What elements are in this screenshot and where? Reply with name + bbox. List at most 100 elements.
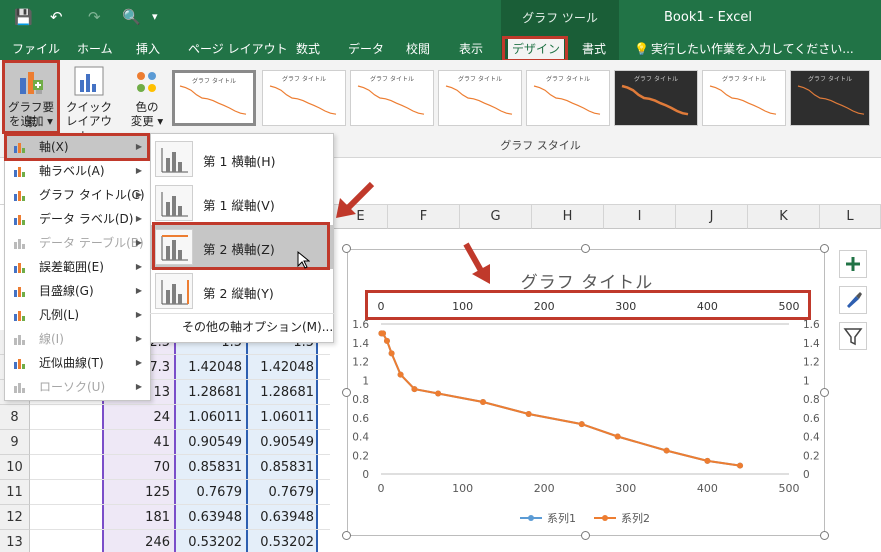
cell-d[interactable]: 0.90549 xyxy=(246,430,318,455)
secondary-y-tick-label: 0.4 xyxy=(803,432,820,444)
cell-b[interactable]: 41 xyxy=(102,430,174,455)
tab-review[interactable]: 校閲 xyxy=(402,39,434,59)
cell-c[interactable]: 0.90549 xyxy=(174,430,246,455)
cell-d[interactable]: 0.85831 xyxy=(246,455,318,480)
legend-marker-1 xyxy=(528,515,534,521)
cell-b[interactable]: 125 xyxy=(102,480,174,505)
row-header[interactable]: 12 xyxy=(0,505,30,530)
cell-b[interactable]: 246 xyxy=(102,530,174,552)
column-header-h[interactable]: H xyxy=(532,205,604,229)
menu-item-trendline[interactable]: 近似曲線(T) ▶ xyxy=(5,351,148,375)
cell-d[interactable]: 1.28681 xyxy=(246,380,318,405)
more-axis-options[interactable]: その他の軸オプション(M)... xyxy=(182,318,333,335)
gridlines-icon xyxy=(14,287,25,297)
tab-view[interactable]: 表示 xyxy=(455,39,487,59)
cell-c[interactable]: 0.7679 xyxy=(174,480,246,505)
menu-item-label: 目盛線(G) xyxy=(39,284,94,298)
row-header[interactable]: 11 xyxy=(0,480,30,505)
change-colors-button[interactable]: 色の 変更 ▾ xyxy=(124,62,170,132)
resize-handle-tr[interactable] xyxy=(820,244,829,253)
cell-d[interactable]: 0.63948 xyxy=(246,505,318,530)
chevron-right-icon: ▶ xyxy=(135,142,142,151)
column-header-f[interactable]: F xyxy=(388,205,460,229)
error-bars-icon xyxy=(14,263,25,273)
menu-item-data-labels[interactable]: データ ラベル(D) ▶ xyxy=(5,207,148,231)
submenu-item-primary-horizontal-axis[interactable]: 第 1 横軸(H) xyxy=(151,137,333,181)
submenu-item-primary-vertical-axis[interactable]: 第 1 縦軸(V) xyxy=(151,181,333,225)
cell-c[interactable]: 1.28681 xyxy=(174,380,246,405)
resize-handle-bm[interactable] xyxy=(581,531,590,540)
resize-handle-mr[interactable] xyxy=(820,388,829,397)
legend-marker-2 xyxy=(602,515,608,521)
tab-data[interactable]: データ xyxy=(344,39,388,59)
data-table-icon xyxy=(14,239,25,249)
resize-handle-bl[interactable] xyxy=(342,531,351,540)
secondary-y-tick-label: 1.4 xyxy=(803,338,820,350)
cell-c[interactable]: 0.53202 xyxy=(174,530,246,552)
style-preview-line xyxy=(797,85,865,115)
column-header-i[interactable]: I xyxy=(604,205,676,229)
menu-item-error-bars[interactable]: 誤差範囲(E) ▶ xyxy=(5,255,148,279)
data-point xyxy=(397,371,404,378)
window-title: Book1 - Excel xyxy=(664,10,753,25)
row-header[interactable]: 10 xyxy=(0,455,30,480)
resize-handle-ml[interactable] xyxy=(342,388,351,397)
legend-label-1: 系列1 xyxy=(547,511,576,525)
resize-handle-tm[interactable] xyxy=(581,244,590,253)
cell-b[interactable]: 70 xyxy=(102,455,174,480)
y-tick-label: 1.6 xyxy=(352,319,369,331)
x-tick-label: 400 xyxy=(697,482,718,495)
cell-c[interactable]: 1.06011 xyxy=(174,405,246,430)
cell-c[interactable]: 1.42048 xyxy=(174,355,246,380)
tab-page-layout[interactable]: ページ レイアウト xyxy=(184,39,292,59)
chevron-right-icon: ▶ xyxy=(135,190,142,199)
secondary-y-tick-label: 1.2 xyxy=(803,357,820,369)
legend-label-2: 系列2 xyxy=(621,511,650,525)
tab-home[interactable]: ホーム xyxy=(73,39,117,59)
menu-item-gridlines[interactable]: 目盛線(G) ▶ xyxy=(5,279,148,303)
resize-handle-br[interactable] xyxy=(820,531,829,540)
menu-item-chart-title[interactable]: グラフ タイトル(C) ▶ xyxy=(5,183,148,207)
cell-b[interactable]: 24 xyxy=(102,405,174,430)
tab-file[interactable]: ファイル xyxy=(8,39,64,59)
column-header-l[interactable]: L xyxy=(820,205,881,229)
y-tick-label: 0.8 xyxy=(352,394,369,406)
chart-elements-button[interactable] xyxy=(839,250,867,278)
cell-d[interactable]: 1.06011 xyxy=(246,405,318,430)
print-preview-icon[interactable]: 🔍 xyxy=(122,8,141,26)
cell-d[interactable]: 0.7679 xyxy=(246,480,318,505)
tell-me-input[interactable]: 実行したい作業を入力してください... xyxy=(651,39,854,59)
column-header-k[interactable]: K xyxy=(748,205,820,229)
cell-c[interactable]: 0.63948 xyxy=(174,505,246,530)
cell-b[interactable]: 181 xyxy=(102,505,174,530)
cell-c[interactable]: 0.85831 xyxy=(174,455,246,480)
save-icon[interactable]: 💾 xyxy=(14,8,33,26)
style-preview-line xyxy=(269,85,337,115)
data-point xyxy=(614,433,621,440)
chart-filters-button[interactable] xyxy=(839,322,867,350)
resize-handle-tl[interactable] xyxy=(342,244,351,253)
cell-d[interactable]: 1.42048 xyxy=(246,355,318,380)
chart-styles-button[interactable] xyxy=(839,286,867,314)
column-header-j[interactable]: J xyxy=(676,205,748,229)
chevron-right-icon: ▶ xyxy=(135,310,142,319)
cell-d[interactable]: 0.53202 xyxy=(246,530,318,552)
menu-item-legend[interactable]: 凡例(L) ▶ xyxy=(5,303,148,327)
redo-icon[interactable]: ↷ xyxy=(88,8,101,26)
column-header-g[interactable]: G xyxy=(460,205,532,229)
menu-item-axis-title[interactable]: 軸ラベル(A) ▶ xyxy=(5,159,148,183)
lightbulb-icon: 💡 xyxy=(634,42,649,56)
tab-format[interactable]: 書式 xyxy=(578,39,610,59)
undo-icon[interactable]: ↶ xyxy=(50,8,63,26)
chevron-right-icon: ▶ xyxy=(135,166,142,175)
customize-qat-icon[interactable]: ▾ xyxy=(152,8,158,26)
tab-formulas[interactable]: 数式 xyxy=(292,39,324,59)
row-header[interactable]: 8 xyxy=(0,405,30,430)
row-header[interactable]: 13 xyxy=(0,530,30,552)
quick-layout-button[interactable]: クイック レイアウト ▾ xyxy=(62,62,116,143)
menu-item-axes[interactable]: 軸(X) ▶ xyxy=(5,135,148,159)
tab-insert[interactable]: 挿入 xyxy=(132,39,164,59)
submenu-item-secondary-vertical-axis[interactable]: 第 2 縦軸(Y) xyxy=(151,269,333,313)
row-header[interactable]: 9 xyxy=(0,430,30,455)
menu-item-label: 誤差範囲(E) xyxy=(39,260,104,274)
